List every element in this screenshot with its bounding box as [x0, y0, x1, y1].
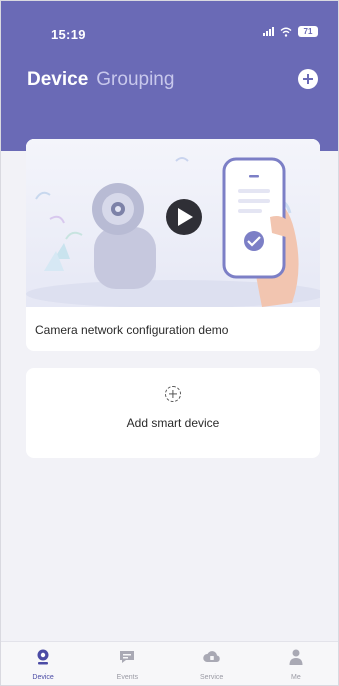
demo-caption: Camera network configuration demo [35, 323, 229, 337]
nav-item-events[interactable]: Events [97, 642, 157, 681]
add-smart-device-label: Add smart device [126, 416, 220, 430]
bottom-nav: Device Events Service Me [1, 641, 338, 685]
status-bar: 15:19 71 [1, 1, 338, 45]
nav-item-device[interactable]: Device [13, 642, 73, 681]
message-icon [120, 651, 135, 663]
nav-label-device: Device [32, 674, 54, 681]
add-smart-device-card[interactable]: Add smart device [26, 368, 320, 458]
signal-icon [263, 27, 274, 36]
demo-illustration [26, 139, 320, 307]
cloud-icon [202, 651, 220, 662]
nav-item-me[interactable]: Me [266, 642, 326, 681]
plus-circle-icon[interactable] [298, 69, 318, 89]
header-tabs: Device Grouping [27, 69, 174, 91]
wifi-icon [280, 27, 292, 37]
demo-video-card[interactable]: Camera network configuration demo [26, 139, 320, 351]
play-icon[interactable] [166, 199, 202, 235]
battery-icon: 71 [298, 26, 318, 37]
app-screen: 15:19 71 Device Grouping Camera network … [0, 0, 339, 686]
nav-label-service: Service [199, 674, 224, 681]
tab-grouping[interactable]: Grouping [96, 69, 174, 91]
nav-label-me: Me [291, 674, 301, 681]
checkmark-icon [244, 231, 264, 251]
camera-icon [37, 649, 49, 665]
nav-label-events: Events [116, 674, 139, 681]
status-time: 15:19 [51, 27, 86, 42]
tab-device[interactable]: Device [27, 69, 88, 91]
nav-item-service[interactable]: Service [182, 642, 242, 681]
person-icon [289, 649, 303, 665]
dashed-plus-icon [165, 386, 181, 402]
status-icons: 71 [263, 26, 318, 37]
